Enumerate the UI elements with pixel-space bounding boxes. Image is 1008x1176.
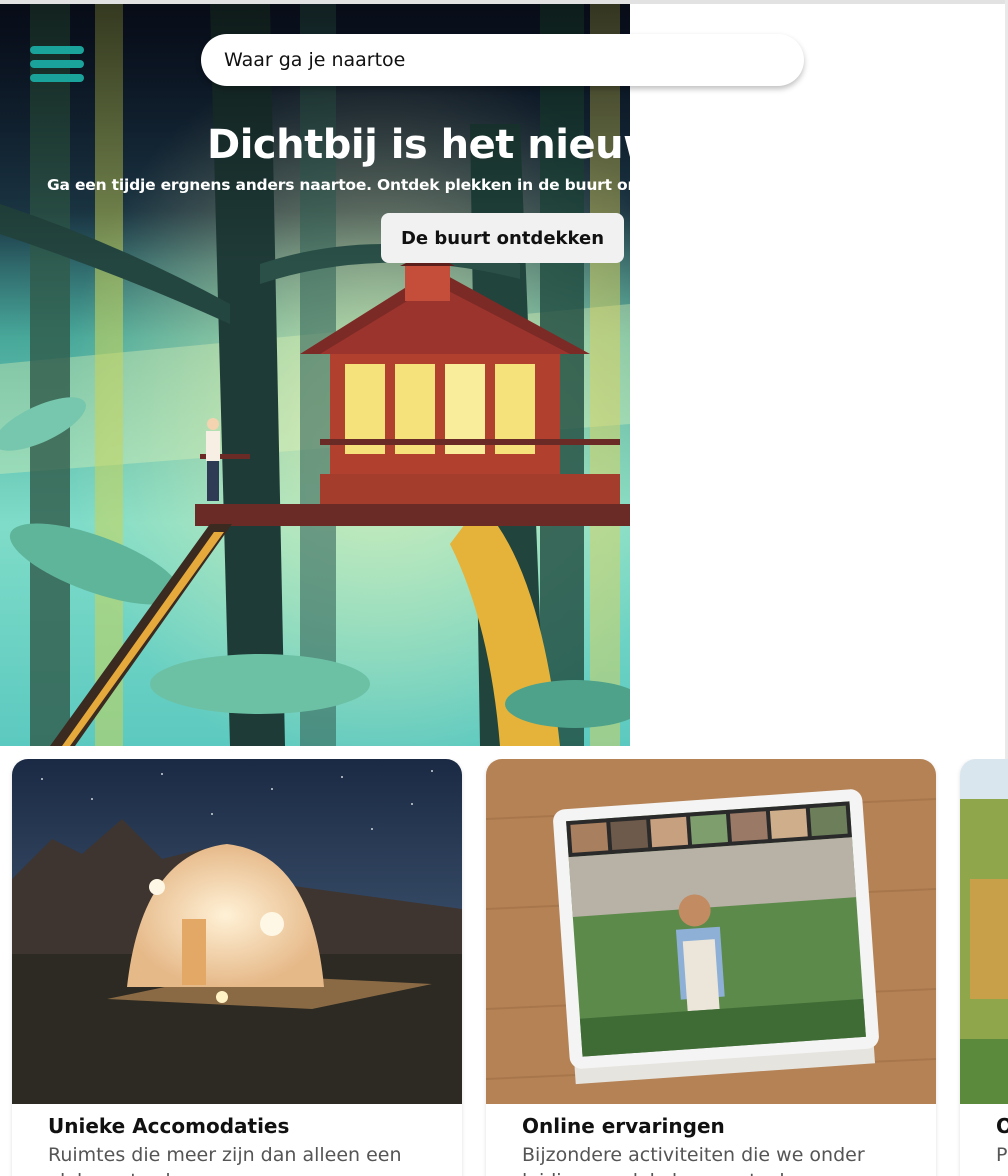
card-description: P: [996, 1144, 1008, 1166]
card-online-experiences[interactable]: Online ervaringen Bijzondere activiteite…: [486, 759, 936, 1176]
card-description: Bijzondere activiteiten die we onder lei…: [522, 1144, 865, 1176]
geodesic-dome-image: [12, 759, 462, 1104]
hamburger-menu-icon[interactable]: [30, 46, 84, 82]
card-description: Ruimtes die meer zijn dan alleen een ple…: [48, 1144, 402, 1176]
tablet-video-call-image: [486, 759, 936, 1104]
hero-subtitle: Ga een tijdje ergnens anders naartoe. On…: [47, 176, 630, 194]
explore-nearby-button[interactable]: De buurt ontdekken: [381, 213, 624, 263]
hero-illustration: [0, 4, 630, 746]
card-title: O: [996, 1114, 1008, 1138]
card-title: Online ervaringen: [522, 1114, 725, 1138]
card-title: Unieke Accomodaties: [48, 1114, 290, 1138]
menu-bar: [30, 46, 84, 54]
card-image: [960, 759, 1008, 1104]
card-third-category[interactable]: O P: [960, 759, 1008, 1176]
menu-bar: [30, 74, 84, 82]
hero-title: Dichtbij is het nieuwe: [207, 122, 630, 168]
search-input[interactable]: [224, 49, 784, 71]
card-unique-stays[interactable]: Unieke Accomodaties Ruimtes die meer zij…: [12, 759, 462, 1176]
hero-section: Dichtbij is het nieuwe Ga een tijdje erg…: [0, 4, 630, 746]
search-bar[interactable]: [201, 34, 804, 86]
category-cards: Unieke Accomodaties Ruimtes die meer zij…: [0, 759, 1008, 1176]
menu-bar: [30, 60, 84, 68]
